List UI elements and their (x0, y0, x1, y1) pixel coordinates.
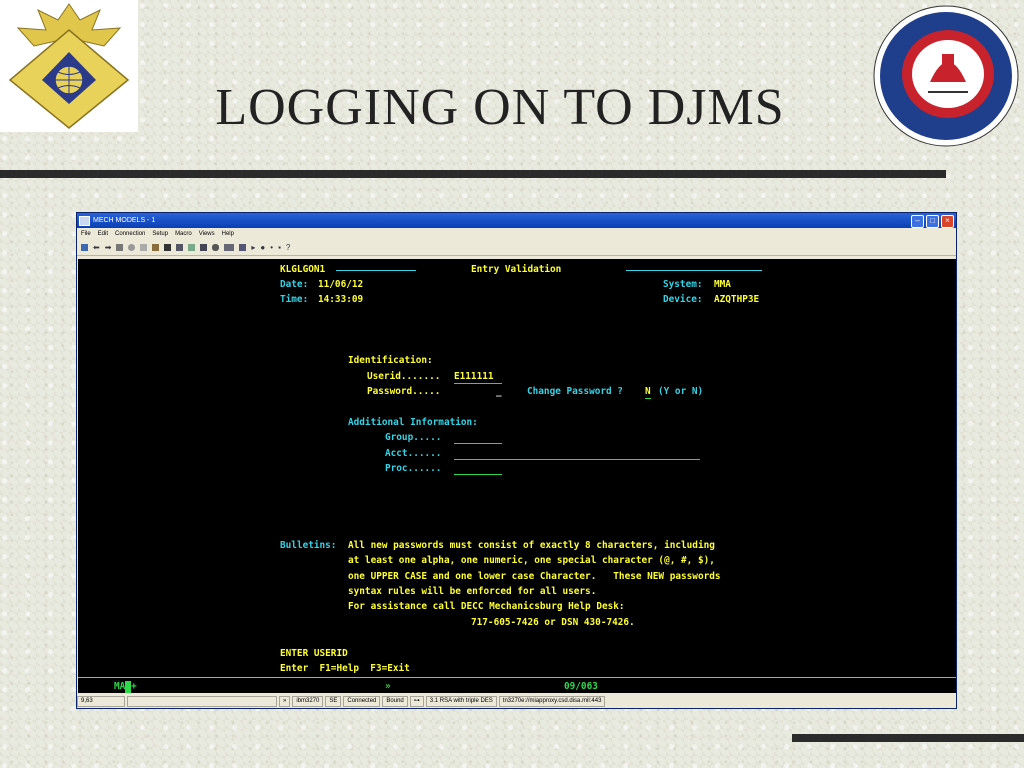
group-field[interactable] (454, 443, 502, 444)
status-connection: Connected (343, 696, 381, 707)
screen-header: Entry Validation (471, 264, 562, 275)
table-icon[interactable] (200, 244, 208, 251)
bulletin-line: For assistance call DECC Mechanicsburg H… (348, 601, 625, 612)
forward-icon[interactable]: ➡ (105, 243, 112, 252)
operator-info-area: MA + » 09/063 (78, 677, 956, 694)
bulletin-line: All new passwords must consist of exactl… (348, 540, 715, 551)
stop-icon[interactable]: • (270, 243, 273, 252)
oia-insert-indicator: » (385, 681, 391, 692)
grid-icon[interactable] (188, 244, 196, 251)
time-label: Time: (280, 294, 309, 305)
status-bar: 9,63 » ibm3270 SE Connected Bound ⊶ 3.1 … (77, 695, 956, 708)
status-bound: Bound (382, 696, 408, 707)
device-value: AZQTHP3E (714, 294, 760, 305)
database-icon[interactable] (212, 244, 220, 251)
oia-indicator: + (130, 681, 137, 692)
bulletin-line: syntax rules will be enforced for all us… (348, 586, 597, 597)
copy-icon[interactable] (140, 244, 148, 251)
paste-icon[interactable] (152, 244, 160, 251)
time-value: 14:33:09 (318, 294, 364, 305)
bulletin-line: one UPPER CASE and one lower case Charac… (348, 571, 721, 582)
top-divider (0, 170, 946, 178)
service-to-soldiers-logo (0, 0, 138, 132)
change-password-label: Change Password ? (527, 386, 623, 397)
menu-file[interactable]: File (81, 231, 91, 237)
prompt-message: ENTER USERID (280, 648, 348, 659)
additional-info-label: Additional Information: (348, 417, 478, 428)
header-rule-left (336, 270, 416, 271)
system-value: MMA (714, 279, 731, 290)
change-password-field[interactable]: N (645, 386, 651, 399)
menu-macro[interactable]: Macro (175, 231, 192, 237)
userid-label: Userid....... (367, 371, 441, 382)
header-rule-right (626, 270, 762, 271)
status-cursor: 9,63 (77, 696, 125, 707)
minimize-button[interactable]: – (911, 215, 924, 228)
save-icon[interactable] (164, 244, 172, 251)
back-icon[interactable]: ⬅ (93, 243, 100, 252)
menu-views[interactable]: Views (199, 231, 215, 237)
date-value: 11/06/12 (318, 279, 364, 290)
print-icon[interactable] (116, 244, 124, 251)
cut-icon[interactable] (128, 244, 136, 251)
app-icon (79, 215, 90, 226)
userid-field[interactable]: E111111 (454, 371, 502, 384)
oia-mode: MA + (114, 681, 137, 693)
window-title: MECH MODELS - 1 (93, 217, 156, 224)
macro-icon[interactable] (239, 244, 247, 251)
oia-mode-text: MA (114, 681, 126, 692)
close-button[interactable]: × (941, 215, 954, 228)
bulletin-line: at least one alpha, one numeric, one spe… (348, 555, 715, 566)
maximize-button[interactable]: □ (926, 215, 939, 228)
password-field[interactable]: _ (496, 386, 502, 398)
date-label: Date: (280, 279, 309, 290)
terminal-screen[interactable]: KLGLGON1 Entry Validation Date: 11/06/12… (78, 259, 956, 693)
new-icon[interactable] (81, 244, 88, 251)
disk-icon[interactable] (176, 244, 184, 251)
system-label: System: (663, 279, 703, 290)
menu-help[interactable]: Help (222, 231, 234, 237)
function-keys: Enter F1=Help F3=Exit (280, 663, 410, 674)
menu-setup[interactable]: Setup (152, 231, 168, 237)
secretary-of-the-army-seal (868, 2, 1024, 150)
status-host: tn3270e://miapproxy.csd.disa.mil:443 (498, 696, 606, 707)
help-icon[interactable]: ? (286, 243, 290, 252)
proc-field[interactable] (454, 474, 502, 475)
proc-label: Proc...... (385, 463, 442, 474)
bottom-divider (792, 734, 1024, 742)
status-empty (127, 696, 277, 707)
password-label: Password..... (367, 386, 441, 397)
terminal-emulator-window: MECH MODELS - 1 – □ × File Edit Connecti… (76, 212, 957, 709)
change-password-hint: (Y or N) (658, 386, 704, 397)
keyboard-icon[interactable] (224, 244, 235, 251)
bulletin-line: 717-605-7426 or DSN 430-7426. (471, 617, 635, 628)
status-arrow: » (279, 696, 291, 707)
key-icon: ⊶ (409, 696, 424, 707)
slide-title: LOGGING ON TO DJMS (215, 79, 785, 136)
status-security: 3.1 RSA with triple DES (425, 696, 497, 707)
oia-cursor-position: 09/063 (564, 681, 598, 692)
group-label: Group..... (385, 432, 442, 443)
acct-field[interactable] (454, 459, 700, 460)
bulletins-label: Bulletins: (280, 540, 337, 551)
play-icon[interactable]: ▸ (251, 243, 255, 252)
screen-id: KLGLGON1 (280, 264, 326, 275)
toolbar: ⬅ ➡ ▸ ● • ▪ ? (77, 240, 956, 256)
acct-label: Acct...... (385, 448, 442, 459)
device-label: Device: (663, 294, 703, 305)
menu-connection[interactable]: Connection (115, 231, 145, 237)
menu-edit[interactable]: Edit (98, 231, 108, 237)
status-mode: SE (325, 696, 342, 707)
status-model: ibm3270 (292, 696, 324, 707)
record-icon[interactable]: ● (260, 243, 265, 252)
menu-bar: File Edit Connection Setup Macro Views H… (77, 228, 956, 240)
pause-icon[interactable]: ▪ (278, 243, 281, 252)
identification-label: Identification: (348, 355, 433, 366)
window-titlebar[interactable]: MECH MODELS - 1 – □ × (77, 213, 956, 228)
